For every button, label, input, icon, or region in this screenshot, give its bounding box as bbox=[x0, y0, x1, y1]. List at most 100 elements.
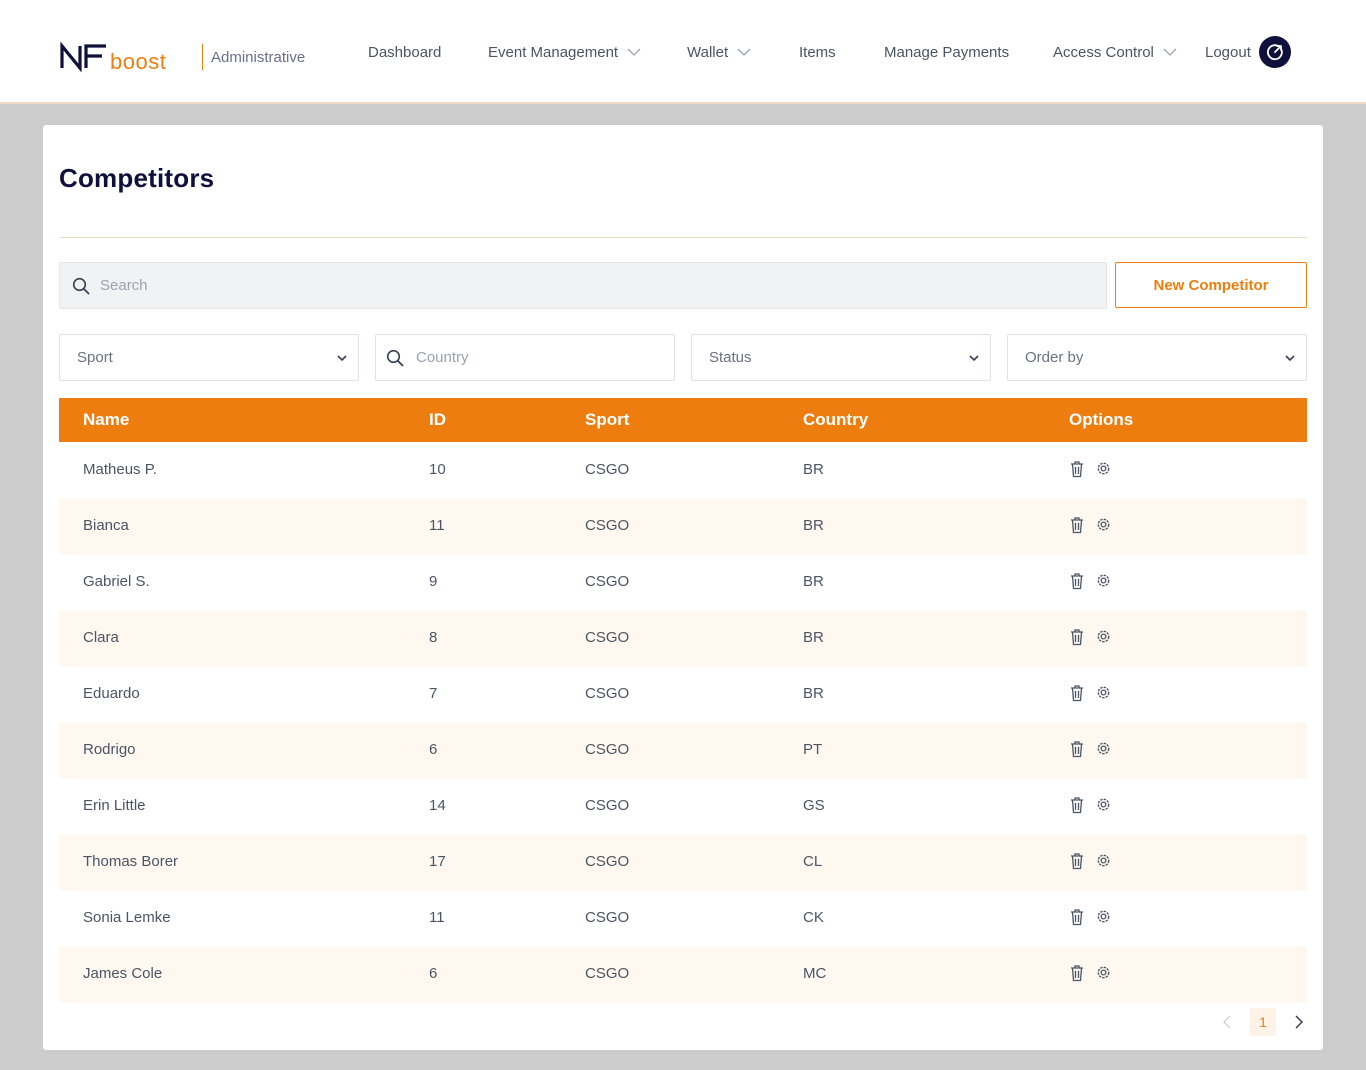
chevron-down-icon bbox=[1163, 48, 1177, 56]
gear-icon[interactable] bbox=[1095, 684, 1111, 702]
cell-id: 10 bbox=[429, 461, 446, 478]
row-options bbox=[1069, 796, 1111, 814]
table-row: Rodrigo 6 CSGO PT bbox=[59, 722, 1307, 778]
cell-name: James Cole bbox=[83, 965, 163, 982]
trash-icon[interactable] bbox=[1069, 460, 1085, 478]
column-header-options: Options bbox=[1069, 410, 1134, 429]
nav-items-label: Items bbox=[799, 43, 836, 61]
country-input[interactable] bbox=[416, 335, 656, 380]
pagination-page-current[interactable]: 1 bbox=[1250, 1008, 1276, 1036]
cell-name: Thomas Borer bbox=[83, 853, 179, 870]
cell-country: CK bbox=[803, 909, 824, 926]
trash-icon[interactable] bbox=[1069, 684, 1085, 702]
cell-name: Gabriel S. bbox=[83, 573, 150, 590]
brand-separator bbox=[202, 44, 203, 70]
gear-icon[interactable] bbox=[1095, 740, 1111, 758]
cell-id: 17 bbox=[429, 853, 446, 870]
order-by-select-value: Order by bbox=[1025, 349, 1084, 366]
new-competitor-button[interactable]: New Competitor bbox=[1115, 262, 1307, 308]
power-icon bbox=[1267, 44, 1283, 61]
nav-event-management-label: Event Management bbox=[488, 43, 619, 61]
sport-select-value: Sport bbox=[77, 349, 113, 366]
chevron-down-icon bbox=[737, 48, 751, 56]
trash-icon[interactable] bbox=[1069, 852, 1085, 870]
row-options bbox=[1069, 628, 1111, 646]
gear-icon[interactable] bbox=[1095, 796, 1111, 814]
column-header-country[interactable]: Country bbox=[803, 410, 868, 430]
logout-link[interactable]: Logout bbox=[1205, 40, 1251, 64]
column-header-name[interactable]: Name bbox=[83, 410, 129, 430]
cell-name: Rodrigo bbox=[83, 741, 136, 758]
gear-icon[interactable] bbox=[1095, 964, 1111, 982]
logout-button[interactable] bbox=[1259, 36, 1291, 68]
trash-icon[interactable] bbox=[1069, 740, 1085, 758]
cell-id: 6 bbox=[429, 741, 438, 758]
trash-icon[interactable] bbox=[1069, 908, 1085, 926]
gear-icon[interactable] bbox=[1095, 460, 1111, 478]
gear-icon[interactable] bbox=[1095, 628, 1111, 646]
gear-icon[interactable] bbox=[1095, 908, 1111, 926]
table-row: Clara 8 CSGO BR bbox=[59, 610, 1307, 666]
table-row: Eduardo 7 CSGO BR bbox=[59, 666, 1307, 722]
pagination-prev[interactable] bbox=[1216, 1008, 1240, 1036]
gear-icon[interactable] bbox=[1095, 852, 1111, 870]
status-select[interactable]: Status bbox=[691, 334, 991, 381]
nav-manage-payments-label: Manage Payments bbox=[884, 43, 1010, 61]
cell-name: Eduardo bbox=[83, 685, 140, 702]
cell-name: Erin Little bbox=[83, 797, 146, 814]
brand: boost Administrative bbox=[60, 40, 305, 74]
cell-id: 8 bbox=[429, 629, 438, 646]
country-filter[interactable] bbox=[375, 334, 675, 381]
trash-icon[interactable] bbox=[1069, 516, 1085, 534]
nav-event-management[interactable]: Event Management bbox=[488, 40, 641, 64]
search-icon bbox=[72, 277, 90, 295]
nav-wallet[interactable]: Wallet bbox=[687, 40, 751, 64]
cell-sport: CSGO bbox=[585, 517, 630, 534]
nav-access-control-label: Access Control bbox=[1053, 43, 1154, 61]
cell-sport: CSGO bbox=[585, 685, 630, 702]
trash-icon[interactable] bbox=[1069, 628, 1085, 646]
row-options bbox=[1069, 572, 1111, 590]
nav-manage-payments[interactable]: Manage Payments bbox=[884, 40, 1009, 64]
column-header-sport[interactable]: Sport bbox=[585, 410, 629, 430]
cell-country: BR bbox=[803, 685, 824, 702]
chevron-down-icon bbox=[337, 355, 347, 362]
cell-sport: CSGO bbox=[585, 629, 630, 646]
table-row: James Cole 6 CSGO MC bbox=[59, 946, 1307, 1002]
nav-dashboard[interactable]: Dashboard bbox=[368, 40, 441, 64]
row-options bbox=[1069, 852, 1111, 870]
cell-id: 14 bbox=[429, 797, 446, 814]
cell-id: 7 bbox=[429, 685, 438, 702]
brand-subtitle: Administrative bbox=[211, 48, 306, 66]
table-row: Bianca 11 CSGO BR bbox=[59, 498, 1307, 554]
search-box[interactable] bbox=[59, 262, 1107, 309]
gear-icon[interactable] bbox=[1095, 516, 1111, 534]
cell-country: GS bbox=[803, 797, 825, 814]
logout-label: Logout bbox=[1205, 43, 1251, 61]
svg-text:boost: boost bbox=[110, 49, 166, 74]
trash-icon[interactable] bbox=[1069, 572, 1085, 590]
sport-select[interactable]: Sport bbox=[59, 334, 359, 381]
column-header-id[interactable]: ID bbox=[429, 410, 446, 430]
nav-wallet-label: Wallet bbox=[687, 43, 729, 61]
search-input[interactable] bbox=[100, 263, 1080, 308]
top-navbar: boost Administrative Dashboard Event Man… bbox=[0, 0, 1366, 104]
cell-country: BR bbox=[803, 573, 824, 590]
gear-icon[interactable] bbox=[1095, 572, 1111, 590]
cell-sport: CSGO bbox=[585, 965, 630, 982]
cell-country: MC bbox=[803, 965, 827, 982]
trash-icon[interactable] bbox=[1069, 964, 1085, 982]
table-row: Erin Little 14 CSGO GS bbox=[59, 778, 1307, 834]
row-options bbox=[1069, 516, 1111, 534]
table-row: Matheus P. 10 CSGO BR bbox=[59, 442, 1307, 498]
chevron-down-icon bbox=[1285, 355, 1295, 362]
cell-id: 11 bbox=[429, 909, 445, 926]
nfboost-logo[interactable]: boost bbox=[60, 40, 192, 74]
nav-access-control[interactable]: Access Control bbox=[1053, 40, 1177, 64]
pagination-next[interactable] bbox=[1286, 1008, 1310, 1036]
page-title: Competitors bbox=[59, 163, 215, 193]
order-by-select[interactable]: Order by bbox=[1007, 334, 1307, 381]
nav-items[interactable]: Items bbox=[799, 40, 836, 64]
trash-icon[interactable] bbox=[1069, 796, 1085, 814]
divider bbox=[59, 237, 1307, 238]
